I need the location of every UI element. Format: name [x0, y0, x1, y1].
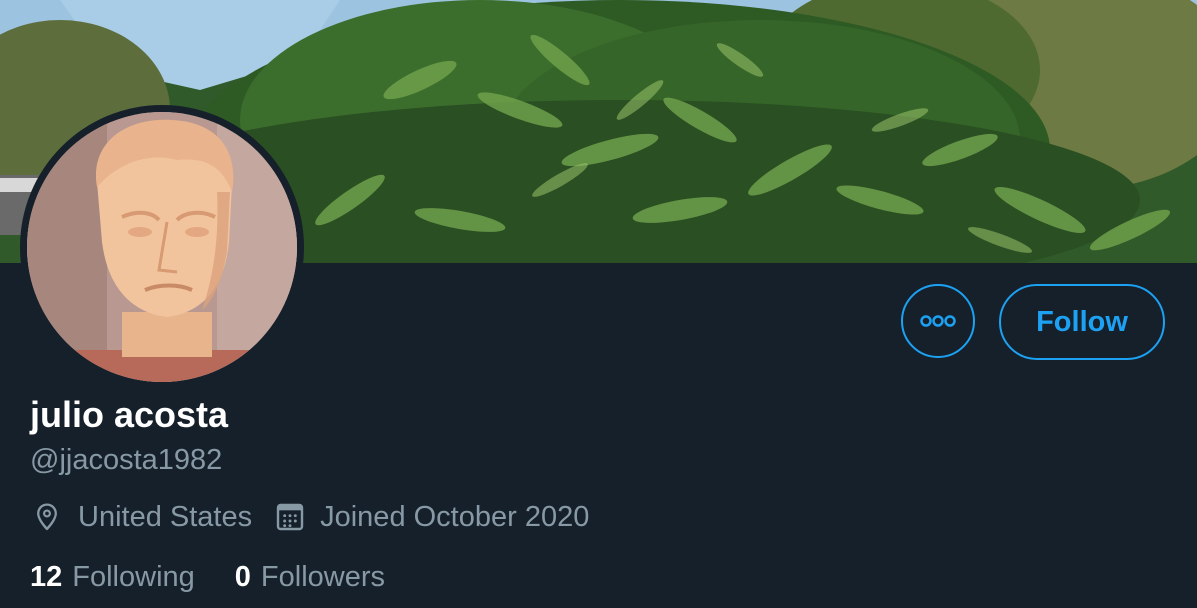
followers-count: 0	[234, 560, 251, 593]
profile-joined-date: Joined October 2020	[274, 501, 589, 534]
profile-display-name: julio acosta	[30, 394, 229, 435]
more-options-button[interactable]	[901, 284, 975, 358]
profile-page: Follow julio acosta @jjacosta1982 United…	[0, 0, 1197, 608]
profile-location: United States	[30, 500, 252, 534]
location-pin-icon	[30, 500, 64, 534]
followers-link[interactable]: 0 Followers	[235, 561, 385, 594]
calendar-icon	[274, 501, 306, 533]
following-link[interactable]: 12 Following	[30, 561, 195, 594]
joined-text: Joined October 2020	[320, 500, 590, 533]
profile-meta-row: United States Joined October 2020	[30, 498, 611, 536]
follow-button[interactable]: Follow	[999, 284, 1165, 360]
location-text: United States	[78, 500, 253, 533]
profile-handle: @jjacosta1982	[30, 444, 223, 476]
following-count: 12	[30, 560, 63, 593]
following-label: Following	[72, 560, 195, 593]
profile-avatar[interactable]	[20, 105, 304, 389]
followers-label: Followers	[260, 560, 385, 593]
profile-counts-row: 12 Following 0 Followers	[30, 558, 425, 596]
avatar-photo	[27, 112, 297, 382]
more-horizontal-icon	[918, 314, 958, 328]
follow-button-label: Follow	[1036, 305, 1128, 338]
